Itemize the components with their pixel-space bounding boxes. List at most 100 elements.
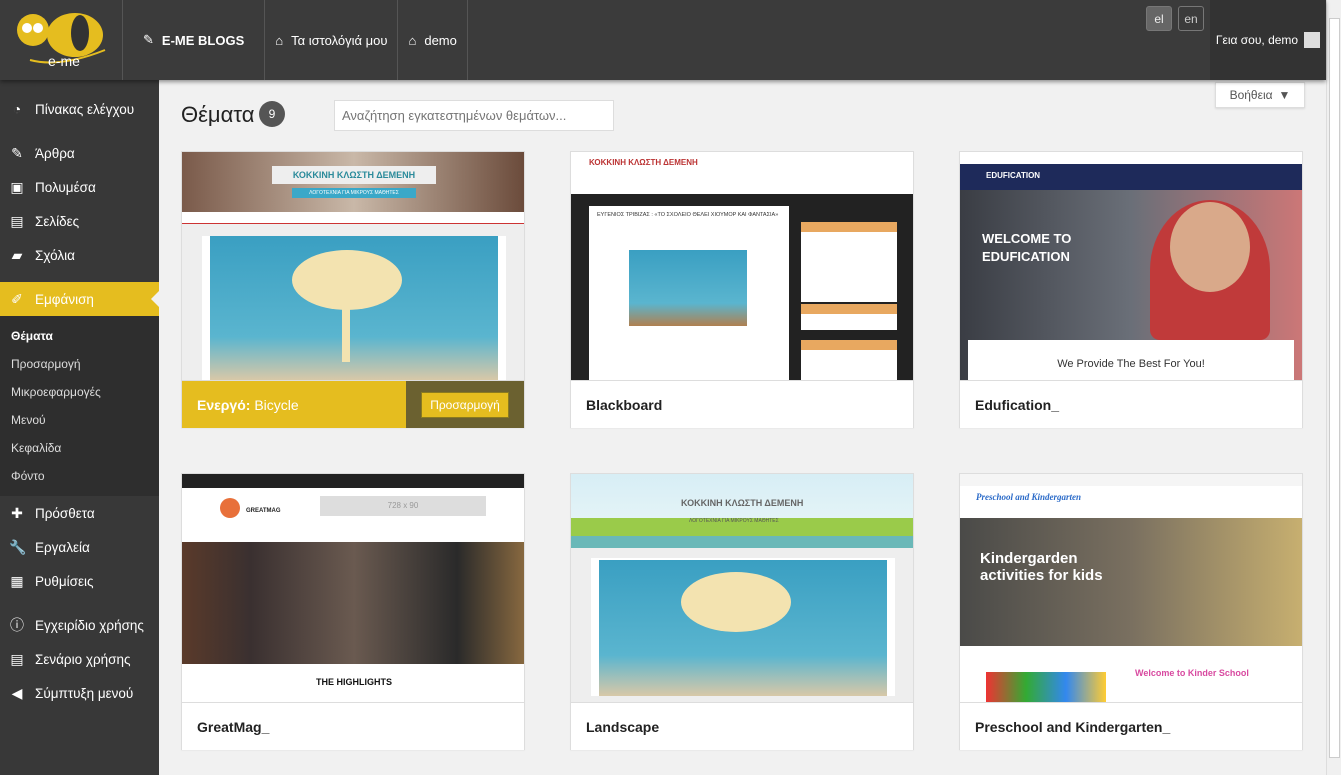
theme-card-edufication[interactable]: EDUFICATION WELCOME TO EDUFICATION We Pr…: [959, 151, 1303, 428]
pin-icon: ✎: [11, 144, 23, 161]
lang-en-button[interactable]: en: [1178, 6, 1204, 31]
pages-icon: ▤: [10, 212, 24, 229]
scrollbar-thumb[interactable]: [1329, 18, 1340, 758]
sidebar-item-appearance[interactable]: ✐ Εμφάνιση: [0, 282, 159, 316]
document-icon: ▤: [10, 650, 24, 667]
preview-title: ΚΟΚΚΙΝΗ ΚΛΩΣΤΗ ΔΕΜΕΝΗ: [589, 158, 698, 167]
caret-down-icon: ▼: [1278, 88, 1291, 102]
collapse-icon: ◀: [11, 684, 23, 701]
greeting: Γεια σου, demo: [1215, 33, 1299, 47]
lang-el-button[interactable]: el: [1146, 6, 1172, 31]
preview-tagline: We Provide The Best For You!: [1057, 358, 1205, 370]
preview-title: ΚΟΚΚΙΝΗ ΚΛΩΣΤΗ ΔΕΜΕΝΗ: [681, 498, 804, 508]
e-me-blogs-label: E-ME BLOGS: [161, 32, 245, 48]
media-icon: ▣: [10, 178, 24, 195]
label: Πολυμέσα: [35, 179, 96, 195]
theme-card-greatmag[interactable]: GREATMAG 728 x 90 THE HIGHLIGHTS GreatMa…: [181, 473, 525, 750]
scrollbar[interactable]: [1326, 0, 1341, 775]
preview-subtitle: ΛΟΓΟΤΕΧΝΙΑ ΓΙΑ ΜΙΚΡΟΥΣ ΜΑΘΗΤΕΣ: [689, 518, 779, 524]
active-prefix: Ενεργό:: [197, 396, 251, 413]
theme-name: GreatMag_: [182, 702, 524, 750]
label: Σύμπτυξη μενού: [35, 685, 134, 701]
label: Σχόλια: [35, 247, 75, 263]
sidebar-item-dashboard[interactable]: ◔ Πίνακας ελέγχου: [0, 92, 159, 126]
brush-icon: ✐: [11, 290, 23, 307]
label: Εργαλεία: [35, 539, 90, 555]
active-theme-label: Ενεργό: Bicycle: [182, 397, 406, 413]
user-menu[interactable]: Γεια σου, demo: [1210, 0, 1326, 80]
theme-card-landscape[interactable]: ΚΟΚΚΙΝΗ ΚΛΩΣΤΗ ΔΕΜΕΝΗ ΛΟΓΟΤΕΧΝΙΑ ΓΙΑ ΜΙΚ…: [570, 473, 914, 750]
my-blogs-link[interactable]: ⌂ Τα ιστολόγιά μου: [265, 0, 399, 80]
help-button[interactable]: Βοήθεια ▼: [1215, 82, 1305, 108]
my-blogs-label: Τα ιστολόγιά μου: [291, 32, 388, 48]
sidebar-item-settings[interactable]: ▦ Ρυθμίσεις: [0, 564, 159, 598]
houses-icon: ⌂: [275, 32, 284, 48]
pencil-icon: ✎: [143, 32, 154, 47]
sidebar-item-collapse[interactable]: ◀ Σύμπτυξη μενού: [0, 676, 159, 710]
active-theme-footer: Ενεργό: Bicycle Προσαρμογή: [182, 380, 524, 428]
preview-ad: 728 x 90: [320, 496, 486, 516]
plugin-icon: ✚: [11, 504, 23, 521]
wrench-icon: 🔧: [9, 538, 27, 555]
preview-logo: EDUFICATION: [986, 171, 1041, 180]
label: Εγχειρίδιο χρήσης: [35, 617, 144, 633]
sidebar-item-pages[interactable]: ▤ Σελίδες: [0, 204, 159, 238]
page-title: Θέματα: [181, 102, 255, 127]
theme-card-preschool[interactable]: Preschool and Kindergarten Kindergarden …: [959, 473, 1303, 750]
theme-search-input[interactable]: [334, 100, 614, 131]
top-bar: e-me ✎ E-ME BLOGS ⌂ Τα ιστολόγιά μου ⌂ demo…: [0, 0, 1326, 80]
e-me-logo[interactable]: e-me: [0, 0, 123, 80]
label: Σενάριο χρήσης: [35, 651, 131, 667]
theme-name: Blackboard: [571, 380, 913, 428]
theme-screenshot: ΚΟΚΚΙΝΗ ΚΛΩΣΤΗ ΔΕΜΕΝΗ ΕΥΓΕΝΙΟΣ ΤΡΙΒΙΖΑΣ …: [571, 152, 913, 380]
preview-logo: Preschool and Kindergarten: [976, 492, 1082, 502]
sidebar-item-comments[interactable]: ▰ Σχόλια: [0, 238, 159, 272]
sidebar-item-plugins[interactable]: ✚ Πρόσθετα: [0, 496, 159, 530]
site-link[interactable]: ⌂ demo: [398, 0, 468, 80]
sidebar-item-manual[interactable]: ⓘ Εγχειρίδιο χρήσης: [0, 608, 159, 642]
label: Πρόσθετα: [35, 505, 95, 521]
preview-heading: THE HIGHLIGHTS: [316, 677, 392, 687]
label: Άρθρα: [35, 145, 75, 161]
site-label: demo: [424, 32, 457, 48]
submenu-customize[interactable]: Προσαρμογή: [0, 350, 159, 378]
submenu-background[interactable]: Φόντο: [0, 462, 159, 490]
label: Σελίδες: [35, 213, 80, 229]
theme-screenshot: ΚΟΚΚΙΝΗ ΚΛΩΣΤΗ ΔΕΜΕΝΗ ΛΟΓΟΤΕΧΝΙΑ ΓΙΑ ΜΙΚ…: [571, 474, 913, 702]
home-icon: ⌂: [408, 32, 417, 48]
e-me-blogs-link[interactable]: ✎ E-ME BLOGS: [123, 0, 266, 80]
theme-name: Bicycle: [254, 396, 299, 413]
theme-count-badge: 9: [259, 101, 285, 127]
bee-logo-icon: e-me: [17, 13, 106, 69]
sidebar-item-tools[interactable]: 🔧 Εργαλεία: [0, 530, 159, 564]
theme-name: Preschool and Kindergarten_: [960, 702, 1302, 750]
theme-card-blackboard[interactable]: ΚΟΚΚΙΝΗ ΚΛΩΣΤΗ ΔΕΜΕΝΗ ΕΥΓΕΝΙΟΣ ΤΡΙΒΙΖΑΣ …: [570, 151, 914, 428]
theme-screenshot: Preschool and Kindergarten Kindergarden …: [960, 474, 1302, 702]
theme-screenshot: GREATMAG 728 x 90 THE HIGHLIGHTS: [182, 474, 524, 702]
preview-welcome: Welcome to Kinder School: [1135, 668, 1249, 678]
comment-icon: ▰: [11, 246, 23, 263]
theme-screenshot: EDUFICATION WELCOME TO EDUFICATION We Pr…: [960, 152, 1302, 380]
preview-subtitle: ΛΟΓΟΤΕΧΝΙΑ ΓΙΑ ΜΙΚΡΟΥΣ ΜΑΘΗΤΕΣ: [292, 188, 416, 198]
preview-title: ΚΟΚΚΙΝΗ ΚΛΩΣΤΗ ΔΕΜΕΝΗ: [272, 166, 436, 184]
svg-text:e-me: e-me: [48, 53, 80, 69]
info-icon: ⓘ: [10, 617, 24, 633]
submenu-themes[interactable]: Θέματα: [0, 322, 159, 350]
settings-icon: ▦: [10, 572, 24, 589]
sidebar-item-scenario[interactable]: ▤ Σενάριο χρήσης: [0, 642, 159, 676]
theme-name: Edufication_: [960, 380, 1302, 428]
customize-button[interactable]: Προσαρμογή: [421, 391, 509, 418]
preview-post-title: ΕΥΓΕΝΙΟΣ ΤΡΙΒΙΖΑΣ : «ΤΟ ΣΧΟΛΕΙΟ ΘΕΛΕΙ ΧΙ…: [597, 212, 779, 218]
theme-screenshot: ΚΟΚΚΙΝΗ ΚΛΩΣΤΗ ΔΕΜΕΝΗ ΛΟΓΟΤΕΧΝΙΑ ΓΙΑ ΜΙΚ…: [182, 152, 524, 380]
preview-title: Kindergarden activities for kids: [980, 550, 1103, 584]
submenu-header[interactable]: Κεφαλίδα: [0, 434, 159, 462]
submenu-widgets[interactable]: Μικροεφαρμογές: [0, 378, 159, 406]
sidebar: ◔ Πίνακας ελέγχου ✎ Άρθρα ▣ Πολυμέσα ▤ Σελίδ…: [0, 80, 159, 775]
submenu-menus[interactable]: Μενού: [0, 406, 159, 434]
label: Εμφάνιση: [35, 291, 94, 307]
theme-card-bicycle[interactable]: ΚΟΚΚΙΝΗ ΚΛΩΣΤΗ ΔΕΜΕΝΗ ΛΟΓΟΤΕΧΝΙΑ ΓΙΑ ΜΙΚ…: [181, 151, 525, 428]
appearance-submenu: Θέματα Προσαρμογή Μικροεφαρμογές Μενού Κ…: [0, 316, 159, 496]
sidebar-item-posts[interactable]: ✎ Άρθρα: [0, 136, 159, 170]
label: Ρυθμίσεις: [35, 573, 94, 589]
sidebar-item-media[interactable]: ▣ Πολυμέσα: [0, 170, 159, 204]
